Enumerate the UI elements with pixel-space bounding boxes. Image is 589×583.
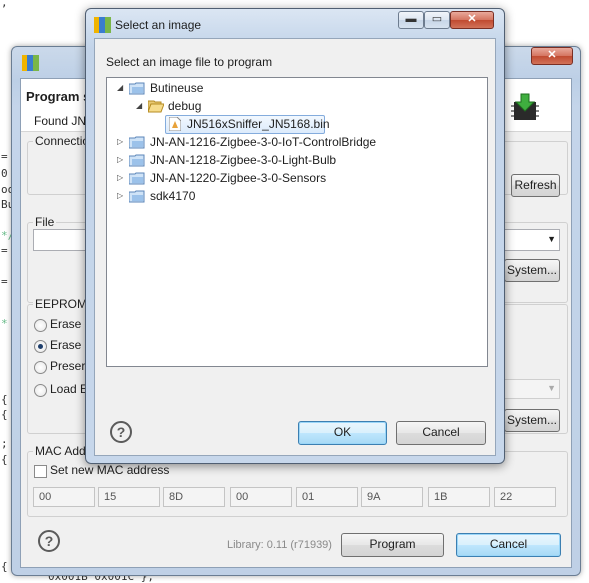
code-glyph: ; — [1, 437, 8, 450]
eeprom-group-label: EEPROM — [33, 297, 90, 311]
mac-byte-field[interactable]: 00 — [33, 487, 95, 507]
mac-byte-field[interactable]: 01 — [296, 487, 358, 507]
tree-item-label: debug — [168, 99, 202, 113]
collapsed-arrow-icon[interactable]: ▷ — [117, 133, 123, 151]
tree-item-bin-file[interactable]: JN516xSniffer_JN5168.bin — [107, 115, 485, 133]
device-found-label: Found JN5 — [34, 114, 93, 128]
tree-item-sdk4170[interactable]: ▷ sdk4170 — [107, 187, 485, 205]
erase-program-radio[interactable] — [34, 319, 47, 332]
image-file-tree[interactable]: ◢ Butineuse ◢ debug JN516xSniffer_JN5168… — [106, 77, 488, 367]
tree-item-label: JN-AN-1218-Zigbee-3-0-Light-Bulb — [150, 153, 337, 167]
chevron-down-icon: ▼ — [547, 234, 556, 244]
minimize-button[interactable]: ▬ — [398, 11, 424, 29]
library-version-label: Library: 0.11 (r71939) — [227, 539, 332, 551]
code-glyph: , — [1, 0, 8, 9]
tree-item-light-bulb[interactable]: ▷ JN-AN-1218-Zigbee-3-0-Light-Bulb — [107, 151, 485, 169]
mac-byte-field[interactable]: 00 — [230, 487, 292, 507]
set-mac-checkbox[interactable] — [34, 465, 47, 478]
program-cancel-button[interactable]: Cancel — [456, 533, 561, 557]
mac-byte-field[interactable]: 8D — [163, 487, 225, 507]
select-image-dialog: Select an image ▬ ▭ ✕ Select an image fi… — [85, 8, 505, 464]
tree-item-sensors[interactable]: ▷ JN-AN-1220-Zigbee-3-0-Sensors — [107, 169, 485, 187]
code-glyph: = — [1, 150, 8, 163]
mac-byte-field[interactable]: 9A — [361, 487, 423, 507]
help-icon[interactable]: ? — [38, 530, 60, 552]
tree-item-label: JN516xSniffer_JN5168.bin — [187, 117, 330, 131]
project-folder-icon — [128, 82, 145, 95]
eeprom-system-button[interactable]: System... — [504, 409, 560, 432]
code-glyph: 0 — [1, 167, 8, 180]
chip-download-icon — [511, 93, 541, 123]
project-folder-icon — [128, 172, 145, 185]
code-glyph: = — [1, 244, 8, 257]
collapsed-arrow-icon[interactable]: ▷ — [117, 187, 123, 205]
tree-item-iot-controlbridge[interactable]: ▷ JN-AN-1216-Zigbee-3-0-IoT-ControlBridg… — [107, 133, 485, 151]
mac-group-label: MAC Addr — [33, 444, 92, 458]
dialog-close-button[interactable]: ✕ — [450, 11, 494, 29]
collapsed-arrow-icon[interactable]: ▷ — [117, 169, 123, 187]
code-glyph: { — [1, 393, 8, 406]
preserve-eeprom-radio[interactable] — [34, 361, 47, 374]
file-group-label: File — [33, 215, 57, 229]
mac-byte-field[interactable]: 1B — [428, 487, 490, 507]
dialog-title: Select an image — [115, 18, 202, 32]
code-glyph: { — [1, 453, 8, 466]
code-glyph: { — [1, 560, 8, 573]
tree-item-label: sdk4170 — [150, 189, 196, 203]
set-mac-label: Set new MAC address — [50, 463, 170, 477]
tree-item-label: JN-AN-1216-Zigbee-3-0-IoT-ControlBridge — [150, 135, 377, 149]
app-icon — [94, 17, 111, 33]
help-icon[interactable]: ? — [110, 421, 132, 443]
open-folder-icon — [147, 100, 165, 113]
file-system-button[interactable]: System... — [504, 259, 560, 282]
tree-item-debug[interactable]: ◢ debug — [107, 97, 485, 115]
ok-button[interactable]: OK — [298, 421, 387, 445]
maximize-button[interactable]: ▭ — [424, 11, 450, 29]
erase-eeprom-radio[interactable] — [34, 340, 47, 353]
program-button[interactable]: Program — [341, 533, 444, 557]
program-close-button[interactable]: ✕ — [531, 47, 573, 65]
code-glyph: * — [1, 317, 8, 330]
expanded-arrow-icon[interactable]: ◢ — [117, 79, 123, 97]
code-glyph: { — [1, 408, 8, 421]
collapsed-arrow-icon[interactable]: ▷ — [117, 151, 123, 169]
mac-byte-field[interactable]: 22 — [494, 487, 556, 507]
program-title: Program s — [26, 89, 91, 104]
project-folder-icon — [128, 136, 145, 149]
tree-item-butineuse[interactable]: ◢ Butineuse — [107, 79, 485, 97]
eeprom-file-combobox[interactable]: ▼ — [504, 379, 560, 399]
project-folder-icon — [128, 154, 145, 167]
project-folder-icon — [128, 190, 145, 203]
tree-item-label: Butineuse — [150, 81, 204, 95]
chevron-down-icon: ▼ — [547, 383, 556, 393]
mac-byte-field[interactable]: 15 — [98, 487, 160, 507]
dialog-prompt: Select an image file to program — [106, 55, 273, 69]
dialog-cancel-button[interactable]: Cancel — [396, 421, 486, 445]
tree-item-label: JN-AN-1220-Zigbee-3-0-Sensors — [150, 171, 327, 185]
code-glyph: = — [1, 275, 8, 288]
expanded-arrow-icon[interactable]: ◢ — [136, 97, 142, 115]
connection-group-label: Connectio — [33, 134, 92, 148]
load-eeprom-radio[interactable] — [34, 384, 47, 397]
dialog-client-area: Select an image file to program ◢ Butine… — [94, 38, 496, 456]
refresh-button[interactable]: Refresh — [511, 174, 560, 197]
app-icon — [22, 55, 39, 71]
